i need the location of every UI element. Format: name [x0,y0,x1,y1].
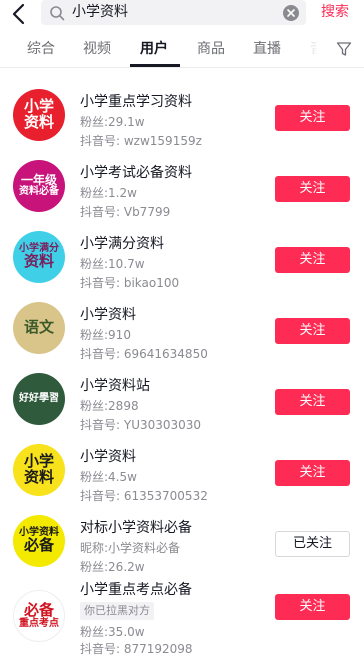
douyin-id: 抖音号: Vb7799 [80,205,171,219]
search-input[interactable]: 小学资料 [41,0,306,25]
search-bar: 小学资料 搜索 [0,0,364,30]
avatar[interactable]: 小学资料 必备 [13,515,65,567]
tab-videos[interactable]: 视频 [83,40,111,58]
follow-button[interactable]: 关注 [275,460,350,486]
user-result-row[interactable]: 小学资料 必备 对标小学资料必备 昵称:小学资料必备 粉丝:26.2w 已关注 [0,505,364,575]
avatar-logo-text: 语文 [23,318,54,337]
douyin-id: 抖音号: 69641634850 [80,347,208,361]
douyin-id: 抖音号: 877192098 [80,642,193,656]
blocked-tag: 你已拉黑对方 [80,602,154,620]
follower-count: 粉丝:35.0w [80,625,145,639]
user-name: 小学重点考点必备 [80,582,192,598]
avatar[interactable]: 小学满分 资料 [13,231,65,283]
follow-button[interactable]: 关注 [275,318,350,344]
user-name: 小学资料 [80,449,136,465]
search-button[interactable]: 搜索 [321,3,349,21]
user-name: 对标小学资料必备 [80,520,192,536]
following-button[interactable]: 已关注 [275,531,350,557]
avatar-logo-text: 必备 [23,536,54,555]
user-result-row[interactable]: 语文 小学资料 粉丝:910 抖音号: 69641634850 关注 [0,292,364,362]
avatar[interactable]: 语文 [13,302,65,354]
search-icon [50,6,65,21]
avatar[interactable]: 好好學習 [13,373,65,425]
follow-button[interactable]: 关注 [275,594,350,620]
avatar-logo-text: 重点考点 [19,617,59,629]
avatar-logo-text: 好好學習 [19,392,59,404]
back-arrow-icon[interactable] [8,2,32,26]
nickname: 昵称:小学资料必备 [80,541,181,555]
tab-fade-overlay [290,30,330,67]
douyin-id: 抖音号: YU30303030 [80,418,202,432]
avatar-logo-text: 资料 [23,252,54,271]
close-icon [287,9,295,17]
follow-button[interactable]: 关注 [275,105,350,131]
avatar[interactable]: 小学 资料 [13,444,65,496]
follow-button[interactable]: 关注 [275,247,350,273]
filter-icon[interactable] [336,41,352,57]
tab-bar: 综合 视频 用户 商品 直播 音 [0,30,364,68]
follower-count: 粉丝:29.1w [80,115,145,129]
follower-count: 粉丝:1.2w [80,186,137,200]
avatar-logo-text: 资料 [23,468,54,486]
user-name: 小学资料站 [80,378,150,394]
follower-count: 粉丝:4.5w [80,470,137,484]
douyin-id: 抖音号: bikao100 [80,276,180,290]
search-query-text: 小学资料 [72,4,128,20]
avatar[interactable]: 一年级 资料必备 [13,160,65,212]
avatar-logo-text: 资料必备 [19,186,59,198]
user-name: 小学重点学习资料 [80,94,192,110]
avatar[interactable]: 小学 资料 [13,89,65,141]
user-result-row[interactable]: 必备 重点考点 小学重点考点必备 你已拉黑对方 粉丝:35.0w 抖音号: 877… [0,576,364,656]
avatar-logo-text: 必备 [23,600,54,619]
user-name: 小学考试必备资料 [80,165,192,181]
user-name: 小学资料 [80,307,136,323]
tab-live[interactable]: 直播 [253,40,281,58]
user-result-row[interactable]: 小学满分 资料 小学满分资料 粉丝:10.7w 抖音号: bikao100 关注 [0,221,364,291]
tab-products[interactable]: 商品 [197,40,225,58]
follower-count: 粉丝:10.7w [80,257,145,271]
clear-search-button[interactable] [283,5,299,21]
active-tab-indicator [130,64,180,67]
tab-comprehensive[interactable]: 综合 [27,40,55,58]
user-result-row[interactable]: 一年级 资料必备 小学考试必备资料 粉丝:1.2w 抖音号: Vb7799 关注 [0,150,364,220]
user-result-row[interactable]: 好好學習 小学资料站 粉丝:2898 抖音号: YU30303030 关注 [0,363,364,433]
follower-count: 粉丝:2898 [80,399,139,413]
douyin-id: 抖音号: wzw159159z [80,134,202,148]
douyin-id: 抖音号: 61353700532 [80,489,208,503]
follower-count: 粉丝:910 [80,328,131,342]
user-result-row[interactable]: 小学 资料 小学重点学习资料 粉丝:29.1w 抖音号: wzw159159z 关… [0,79,364,149]
tab-users[interactable]: 用户 [140,40,168,58]
follow-button[interactable]: 关注 [275,176,350,202]
follower-count: 粉丝:26.2w [80,560,145,574]
avatar[interactable]: 必备 重点考点 [13,590,65,642]
user-result-row[interactable]: 小学 资料 小学资料 粉丝:4.5w 抖音号: 61353700532 关注 [0,434,364,504]
follow-button[interactable]: 关注 [275,389,350,415]
avatar-logo-text: 资料 [23,113,54,131]
user-name: 小学满分资料 [80,236,164,252]
